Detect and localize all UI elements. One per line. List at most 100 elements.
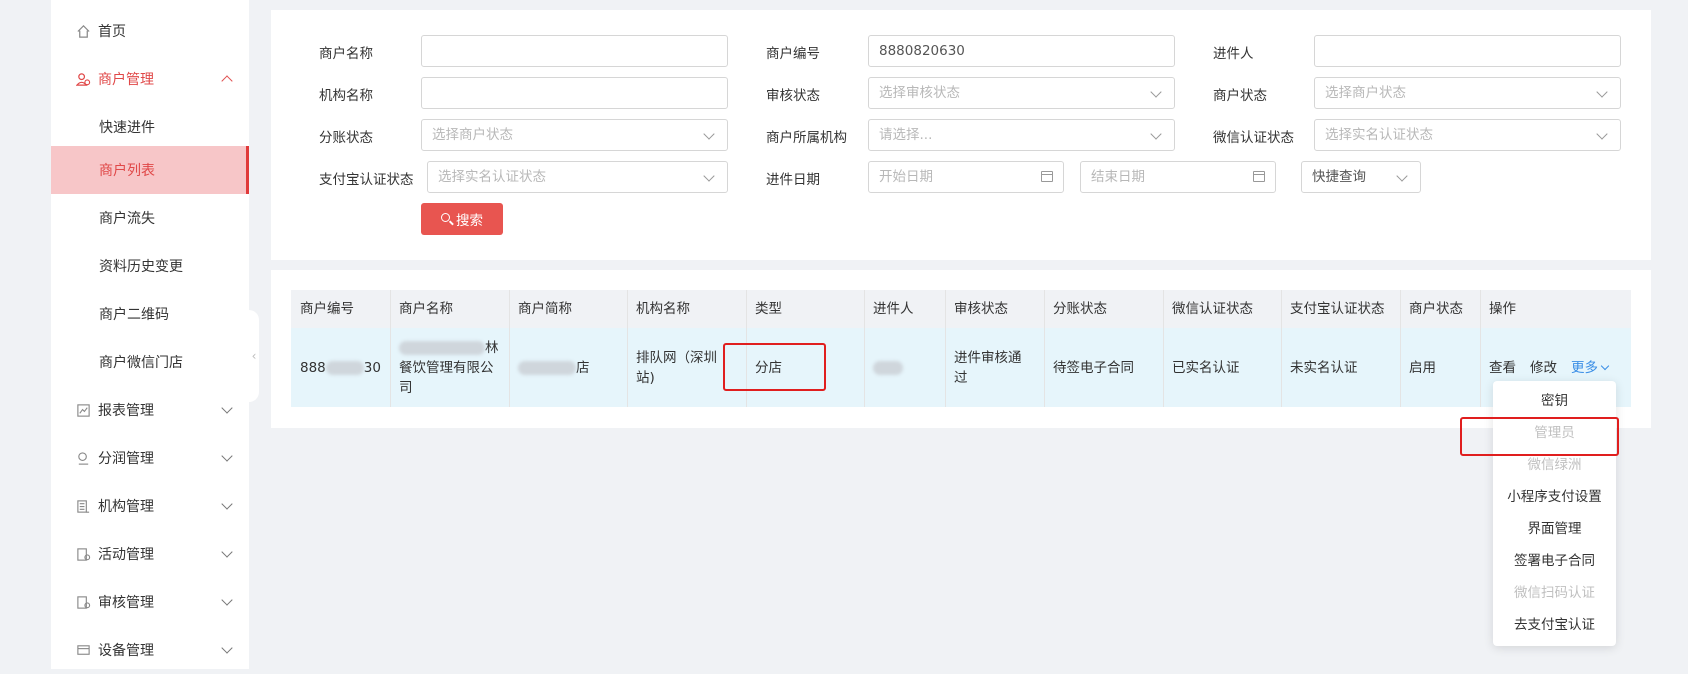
column-header-split-status: 分账状态 (1053, 301, 1107, 317)
sidebar: 首页 商户管理 快速进件 商户列表 商户流失 资料历史变更 商户二维码 商户微信… (51, 0, 249, 669)
highlight-box-admin (1460, 417, 1619, 456)
chevron-down-icon (221, 450, 233, 462)
merchant-name-line2: 餐饮管理有限公 (399, 359, 494, 376)
edit-link[interactable]: 修改 (1530, 358, 1557, 378)
filter-panel: 商户名称 商户编号 8880820630 进件人 机构名称 审核状态 选择审核状… (271, 10, 1651, 260)
menu-item-secret-key[interactable]: 密钥 (1493, 385, 1616, 417)
redaction-blur (873, 360, 903, 375)
column-header-merchant-status: 商户状态 (1409, 301, 1463, 317)
wechat-auth-label: 微信认证状态 (1213, 130, 1294, 146)
merchant-no-prefix: 888 (300, 359, 326, 376)
sidebar-item-merchant-churn[interactable]: 商户流失 (51, 194, 249, 242)
merchant-status-select[interactable]: 选择商户状态 (1314, 77, 1621, 109)
chevron-down-icon (221, 642, 233, 654)
chevron-left-icon: ‹ (251, 349, 257, 363)
cell-merchant-no: 888 30 (291, 328, 390, 407)
menu-item-sign-contract[interactable]: 签署电子合同 (1493, 545, 1616, 577)
menu-item-miniprogram-pay[interactable]: 小程序支付设置 (1493, 481, 1616, 513)
sidebar-item-label: 商户微信门店 (99, 355, 183, 371)
sidebar-item-label: 分润管理 (98, 451, 154, 467)
quick-query-select[interactable]: 快捷查询 (1301, 161, 1421, 193)
entry-date-label: 进件日期 (766, 172, 820, 188)
cell-alipay-status: 未实名认证 (1281, 328, 1400, 407)
merchant-org-label: 商户所属机构 (766, 130, 847, 146)
merchant-name-label: 商户名称 (319, 46, 373, 62)
sidebar-item-device-management[interactable]: 设备管理 (51, 626, 249, 674)
audit-status-label: 审核状态 (766, 88, 820, 104)
merchant-org-placeholder: 请选择... (879, 127, 933, 143)
highlight-box-type (723, 343, 826, 391)
profit-icon (75, 450, 91, 466)
menu-item-alipay-auth[interactable]: 去支付宝认证 (1493, 609, 1616, 641)
device-icon (75, 642, 91, 658)
table-panel: 商户编号 商户名称 商户简称 机构名称 类型 进件人 审核状态 分账状态 微信认… (271, 270, 1651, 428)
cell-merchant-name: 林 餐饮管理有限公 司 (390, 328, 509, 407)
cell-audit-status: 进件审核通 过 (945, 328, 1044, 407)
sidebar-item-wechat-store[interactable]: 商户微信门店 (51, 338, 249, 386)
split-status-value: 待签电子合同 (1053, 359, 1134, 376)
sidebar-item-merchant-qrcode[interactable]: 商户二维码 (51, 290, 249, 338)
sidebar-item-quick-entry[interactable]: 快速进件 (51, 103, 249, 151)
alipay-status-value: 未实名认证 (1290, 359, 1358, 376)
sidebar-item-history-changes[interactable]: 资料历史变更 (51, 242, 249, 290)
more-dropdown-link[interactable]: 更多 (1571, 358, 1610, 378)
sidebar-item-home[interactable]: 首页 (51, 7, 249, 55)
calendar-icon (1041, 171, 1053, 182)
merchant-no-input[interactable]: 8880820630 (868, 35, 1175, 67)
sidebar-item-activity-management[interactable]: 活动管理 (51, 530, 249, 578)
sidebar-item-report-management[interactable]: 报表管理 (51, 386, 249, 434)
merchant-icon (75, 71, 91, 87)
sidebar-item-label: 设备管理 (98, 643, 154, 659)
applicant-label: 进件人 (1213, 46, 1254, 62)
alipay-auth-placeholder: 选择实名认证状态 (438, 169, 546, 185)
merchant-org-select[interactable]: 请选择... (868, 119, 1175, 151)
cell-wechat-status: 已实名认证 (1163, 328, 1281, 407)
sidebar-item-merchant-list[interactable]: 商户列表 (51, 146, 249, 194)
search-button-label: 搜索 (456, 213, 483, 229)
search-icon (441, 213, 450, 222)
sidebar-item-label: 商户二维码 (99, 307, 169, 323)
search-button[interactable]: 搜索 (421, 203, 503, 235)
column-header-audit-status: 审核状态 (954, 301, 1008, 317)
end-date-input[interactable]: 结束日期 (1080, 161, 1276, 193)
home-icon (75, 23, 91, 39)
org-name-label: 机构名称 (319, 88, 373, 104)
calendar-icon (1253, 171, 1265, 182)
merchant-no-suffix: 30 (363, 359, 381, 376)
merchant-name-input[interactable] (421, 35, 728, 67)
merchant-name-line3: 司 (399, 379, 413, 396)
short-name-suffix: 店 (576, 359, 590, 376)
chevron-up-icon (221, 75, 233, 87)
alipay-auth-select[interactable]: 选择实名认证状态 (427, 161, 728, 193)
audit-status-select[interactable]: 选择审核状态 (868, 77, 1175, 109)
sidebar-collapse-handle[interactable]: ‹ (249, 310, 259, 402)
chevron-down-icon (1596, 128, 1608, 140)
column-header-alipay-status: 支付宝认证状态 (1290, 301, 1385, 317)
cell-applicant (864, 328, 945, 407)
menu-item-wechat-scan-auth[interactable]: 微信扫码认证 (1493, 577, 1616, 609)
wechat-status-value: 已实名认证 (1172, 359, 1240, 376)
split-status-select[interactable]: 选择商户状态 (421, 119, 728, 151)
sidebar-item-merchant-management[interactable]: 商户管理 (51, 55, 249, 103)
sidebar-item-label: 报表管理 (98, 403, 154, 419)
applicant-input[interactable] (1314, 35, 1621, 67)
start-date-placeholder: 开始日期 (879, 169, 933, 185)
chevron-down-icon (221, 402, 233, 414)
chevron-down-icon (221, 498, 233, 510)
org-name-line1: 排队网（深圳 (636, 349, 717, 366)
sidebar-item-profit-management[interactable]: 分润管理 (51, 434, 249, 482)
view-link[interactable]: 查看 (1489, 358, 1516, 378)
menu-item-ui-management[interactable]: 界面管理 (1493, 513, 1616, 545)
sidebar-item-org-management[interactable]: 机构管理 (51, 482, 249, 530)
wechat-auth-select[interactable]: 选择实名认证状态 (1314, 119, 1621, 151)
column-header-merchant-no: 商户编号 (300, 301, 354, 317)
start-date-input[interactable]: 开始日期 (868, 161, 1064, 193)
redaction-blur (399, 340, 485, 355)
sidebar-item-audit-management[interactable]: 审核管理 (51, 578, 249, 626)
chevron-down-icon (703, 170, 715, 182)
merchant-name-line1: 林 (485, 339, 499, 356)
chevron-down-icon (1150, 86, 1162, 98)
column-header-org-name: 机构名称 (636, 301, 690, 317)
column-header-applicant: 进件人 (873, 301, 914, 317)
org-name-input[interactable] (421, 77, 728, 109)
